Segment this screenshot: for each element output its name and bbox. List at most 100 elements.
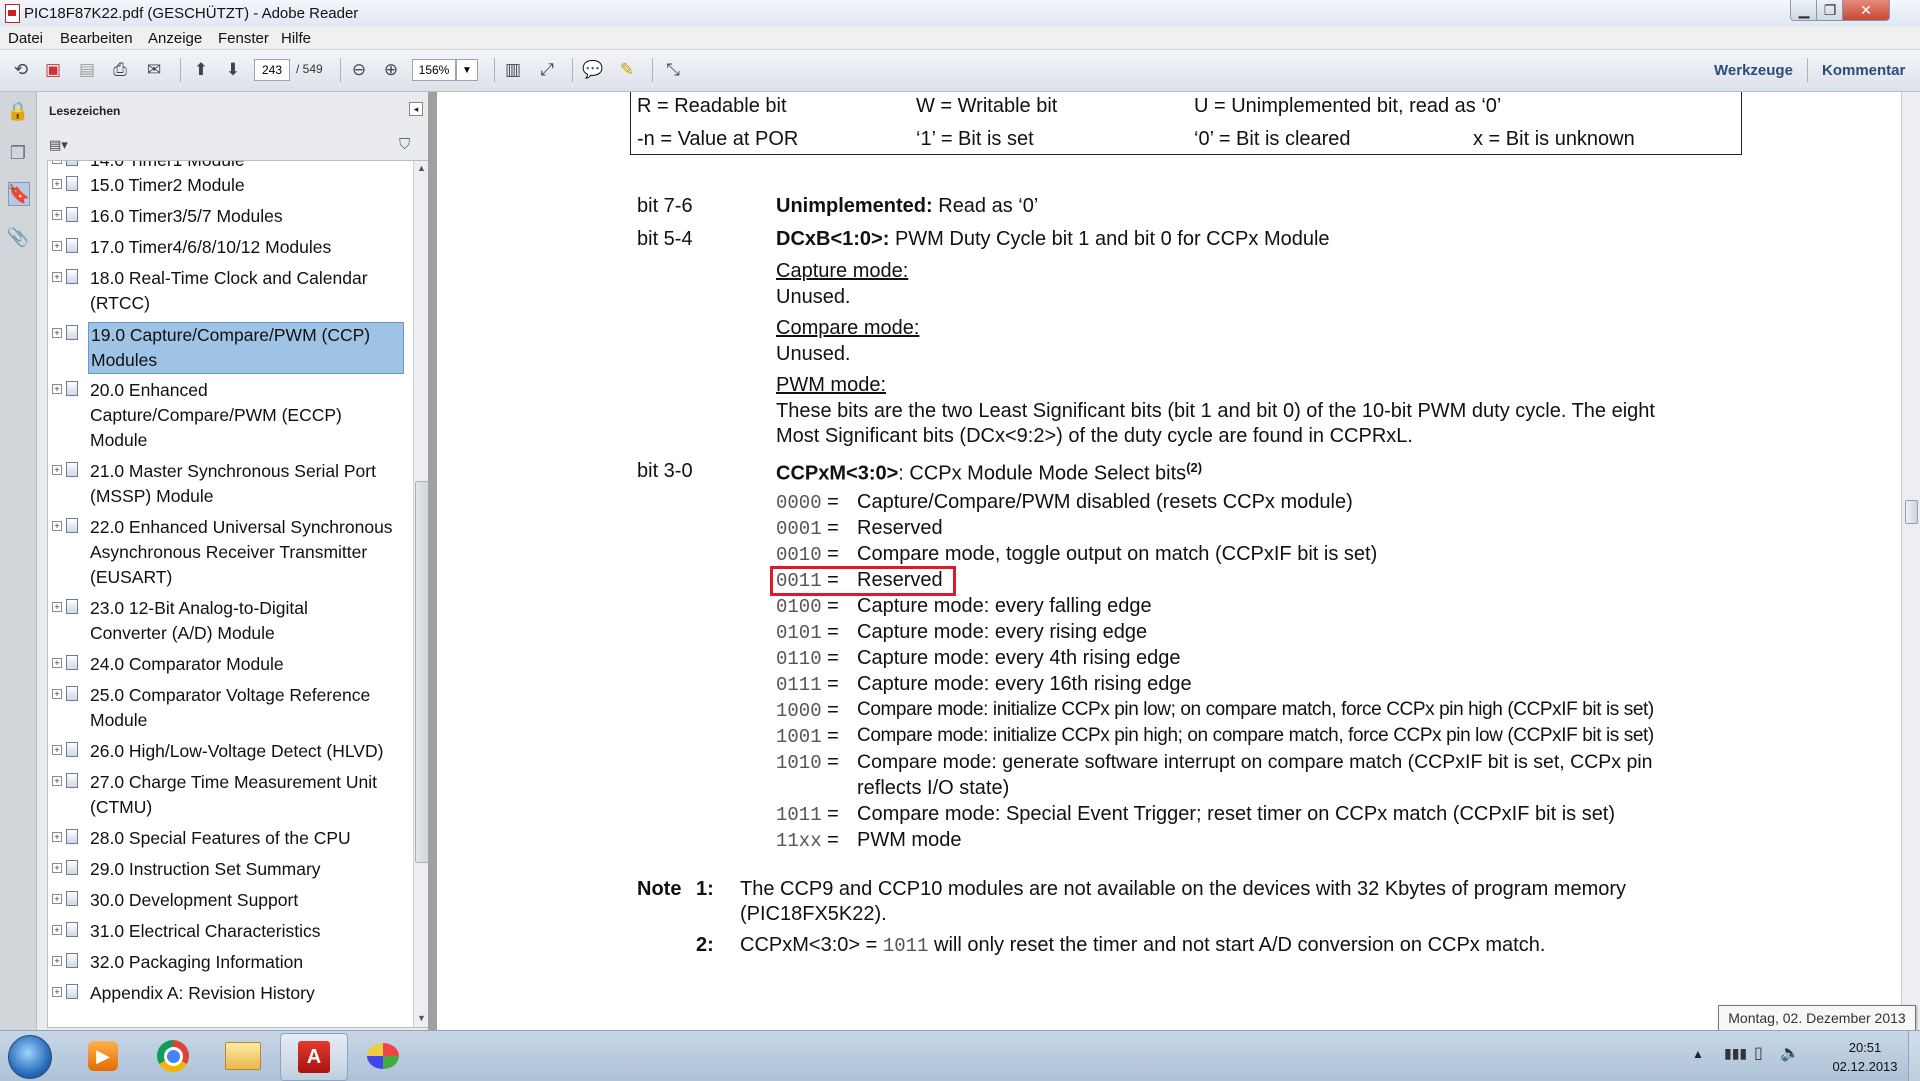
expand-icon[interactable]: + bbox=[52, 210, 62, 220]
comment-icon[interactable]: 💬 bbox=[580, 58, 606, 82]
bookmarks-title: Lesezeichen bbox=[49, 104, 121, 118]
print-icon[interactable]: ⎙ bbox=[107, 58, 133, 82]
scroll-thumb[interactable] bbox=[1905, 500, 1918, 524]
media-player-icon[interactable]: ▶ bbox=[70, 1033, 136, 1079]
bookmark-icon bbox=[66, 176, 78, 191]
start-button-icon[interactable] bbox=[8, 1035, 52, 1079]
note2-text: CCPxM<3:0> = 1011 will only reset the ti… bbox=[740, 934, 1546, 957]
scroll-down-icon[interactable]: ▼ bbox=[417, 1013, 426, 1023]
bookmark-icon bbox=[66, 891, 78, 906]
document-scrollbar[interactable] bbox=[1901, 92, 1920, 1030]
highlight-icon[interactable]: ✎ bbox=[614, 58, 640, 82]
fit-width-icon[interactable]: ⤢ bbox=[534, 58, 560, 82]
expand-icon[interactable]: + bbox=[52, 465, 62, 475]
email-icon[interactable]: ✉ bbox=[141, 58, 167, 82]
zoom-dropdown-icon[interactable]: ▼ bbox=[456, 59, 478, 81]
attachments-icon[interactable]: 📎 bbox=[7, 226, 29, 248]
pwm-mode-text-2: Most Significant bits (DCx<9:2>) of the … bbox=[776, 425, 1413, 447]
expand-icon[interactable]: + bbox=[52, 776, 62, 786]
expand-icon[interactable]: + bbox=[52, 956, 62, 966]
page-number-input[interactable]: 243 bbox=[254, 59, 290, 81]
bookmark-icon bbox=[66, 462, 78, 477]
scroll-up-icon[interactable]: ▲ bbox=[417, 163, 426, 173]
expand-icon[interactable]: + bbox=[52, 272, 62, 282]
expand-icon[interactable]: + bbox=[52, 925, 62, 935]
expand-icon[interactable]: + bbox=[52, 987, 62, 997]
menu-bearbeiten[interactable]: Bearbeiten bbox=[60, 30, 133, 47]
collapse-panel-icon[interactable]: ◂ bbox=[409, 102, 423, 116]
expand-icon[interactable]: + bbox=[52, 689, 62, 699]
mode-row-continuation: reflects I/O state) bbox=[857, 777, 1010, 799]
volume-icon[interactable]: 🔈 bbox=[1780, 1043, 1800, 1063]
expand-icon[interactable]: + bbox=[52, 832, 62, 842]
expand-bookmark-icon[interactable]: ⛉ bbox=[399, 136, 410, 153]
bookmark-icon bbox=[66, 922, 78, 937]
expand-icon[interactable]: + bbox=[52, 658, 62, 668]
adobe-reader-taskbar-icon[interactable]: A bbox=[280, 1033, 348, 1081]
navigation-rail: 🔒 ❐ 🔖 📎 bbox=[0, 92, 37, 1030]
capture-mode-heading: Capture mode: bbox=[776, 260, 909, 282]
combine-pdf-icon[interactable]: ▣ bbox=[40, 58, 66, 82]
expand-icon[interactable]: + bbox=[52, 602, 62, 612]
bit76-desc: Unimplemented: Read as ‘0’ bbox=[776, 195, 1039, 217]
mode-row: 0111 = Capture mode: every 16th rising e… bbox=[776, 673, 1192, 696]
next-page-icon[interactable]: ⬇ bbox=[220, 58, 246, 82]
maximize-button[interactable]: ❐ bbox=[1816, 0, 1844, 21]
expand-icon[interactable]: + bbox=[52, 745, 62, 755]
network-icon[interactable]: ▮▮▮ bbox=[1724, 1045, 1747, 1062]
mode-row: 1001 = Compare mode: initialize CCPx pin… bbox=[776, 725, 1654, 748]
kommentar-button[interactable]: Kommentar bbox=[1822, 62, 1905, 79]
title-bar: PIC18F87K22.pdf (GESCHÜTZT) - Adobe Read… bbox=[0, 0, 1920, 27]
options-menu-icon[interactable]: ▤▾ bbox=[49, 137, 68, 153]
expand-icon[interactable]: + bbox=[52, 863, 62, 873]
expand-icon[interactable]: + bbox=[52, 894, 62, 904]
chrome-icon[interactable] bbox=[140, 1033, 206, 1079]
fit-page-icon[interactable]: ▥ bbox=[500, 58, 526, 82]
bookmark-icon bbox=[66, 599, 78, 614]
taskbar: ▶ A ▲ ▮▮▮ ▯ 🔈 bbox=[0, 1030, 1920, 1081]
explorer-icon[interactable] bbox=[210, 1033, 276, 1079]
werkzeuge-button[interactable]: Werkzeuge bbox=[1714, 62, 1793, 79]
capture-mode-text: Unused. bbox=[776, 286, 851, 308]
mode-row: 11xx = PWM mode bbox=[776, 829, 962, 852]
mode-row: 0010 = Compare mode, toggle output on ma… bbox=[776, 543, 1378, 566]
expand-icon[interactable]: + bbox=[52, 384, 62, 394]
expand-icon[interactable]: + bbox=[52, 328, 62, 338]
create-pdf-icon[interactable]: ⟲ bbox=[8, 58, 34, 82]
save-icon[interactable]: ▤ bbox=[74, 58, 100, 82]
toolbar: ⟲ ▣ ▤ ⎙ ✉ ⬆ ⬇ 243 / 549 ⊖ ⊕ 156% ▼ ▥ ⤢ 💬… bbox=[0, 50, 1920, 92]
pages-icon[interactable]: ❐ bbox=[8, 142, 28, 164]
fullscreen-icon[interactable]: ⤡ bbox=[660, 58, 686, 82]
menu-anzeige[interactable]: Anzeige bbox=[148, 30, 202, 47]
bookmark-icon bbox=[66, 161, 78, 166]
zoom-input[interactable]: 156% bbox=[412, 59, 456, 81]
expand-icon[interactable]: + bbox=[52, 521, 62, 531]
bookmark-icon bbox=[66, 953, 78, 968]
show-hidden-icons-icon[interactable]: ▲ bbox=[1692, 1047, 1704, 1061]
zoom-in-icon[interactable]: ⊕ bbox=[378, 58, 404, 82]
menu-datei[interactable]: Datei bbox=[8, 30, 43, 47]
paint-icon[interactable] bbox=[350, 1033, 416, 1079]
close-button[interactable]: ✕ bbox=[1842, 0, 1890, 21]
zoom-out-icon[interactable]: ⊖ bbox=[346, 58, 372, 82]
lock-icon[interactable]: 🔒 bbox=[7, 100, 29, 122]
battery-icon[interactable]: ▯ bbox=[1754, 1043, 1763, 1063]
menu-hilfe[interactable]: Hilfe bbox=[281, 30, 311, 47]
mode-row: 0001 = Reserved bbox=[776, 517, 943, 540]
bit30-label: bit 3-0 bbox=[637, 460, 693, 482]
expand-icon[interactable]: + bbox=[52, 241, 62, 251]
bookmark-icon bbox=[66, 773, 78, 788]
legend-unimplemented: U = Unimplemented bit, read as ‘0’ bbox=[1194, 95, 1502, 117]
bookmarks-icon[interactable]: 🔖 bbox=[8, 182, 30, 206]
legend-writable: W = Writable bit bbox=[916, 95, 1058, 117]
bookmark-icon bbox=[66, 325, 78, 340]
expand-icon[interactable]: + bbox=[52, 179, 62, 189]
page-total: / 549 bbox=[296, 62, 323, 76]
legend-cleared: ‘0’ = Bit is cleared bbox=[1194, 128, 1351, 150]
menu-fenster[interactable]: Fenster bbox=[218, 30, 269, 47]
legend-set: ‘1’ = Bit is set bbox=[916, 128, 1034, 150]
expand-icon[interactable]: + bbox=[52, 161, 62, 164]
system-clock[interactable]: 20:51 02.12.2013 bbox=[1820, 1038, 1910, 1078]
previous-page-icon[interactable]: ⬆ bbox=[188, 58, 214, 82]
minimize-button[interactable]: ▁ bbox=[1790, 0, 1818, 21]
